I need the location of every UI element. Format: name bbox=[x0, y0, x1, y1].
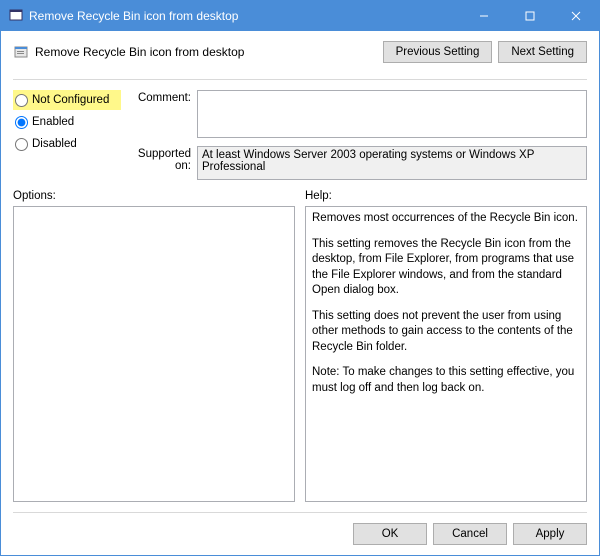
window-icon bbox=[9, 8, 23, 25]
minimize-button[interactable] bbox=[461, 1, 507, 31]
help-box[interactable]: Removes most occurrences of the Recycle … bbox=[305, 206, 587, 502]
radio-column: Not Configured Enabled Disabled bbox=[13, 90, 121, 180]
supported-label: Supported on: bbox=[121, 146, 197, 180]
comment-textarea[interactable] bbox=[197, 90, 587, 138]
maximize-button[interactable] bbox=[507, 1, 553, 31]
comment-label: Comment: bbox=[121, 90, 197, 138]
radio-not-configured[interactable]: Not Configured bbox=[13, 90, 121, 110]
previous-setting-button[interactable]: Previous Setting bbox=[383, 41, 493, 63]
fields-column: Comment: Supported on: At least Windows … bbox=[121, 90, 587, 180]
options-label: Options: bbox=[13, 190, 295, 202]
radio-not-configured-label: Not Configured bbox=[32, 94, 109, 106]
titlebar: Remove Recycle Bin icon from desktop bbox=[1, 1, 599, 31]
radio-enabled-label: Enabled bbox=[32, 116, 74, 128]
supported-on-text: At least Windows Server 2003 operating s… bbox=[202, 149, 534, 173]
radio-not-configured-input[interactable] bbox=[15, 94, 28, 107]
supported-on-box: At least Windows Server 2003 operating s… bbox=[197, 146, 587, 180]
options-box bbox=[13, 206, 295, 502]
help-paragraph: This setting does not prevent the user f… bbox=[312, 309, 580, 356]
comment-row: Comment: bbox=[121, 90, 587, 138]
ok-button[interactable]: OK bbox=[353, 523, 427, 545]
help-paragraph: Removes most occurrences of the Recycle … bbox=[312, 211, 580, 227]
help-paragraph: Note: To make changes to this setting ef… bbox=[312, 365, 580, 396]
radio-disabled[interactable]: Disabled bbox=[13, 134, 121, 154]
policy-title: Remove Recycle Bin icon from desktop bbox=[35, 45, 377, 59]
close-button[interactable] bbox=[553, 1, 599, 31]
radio-enabled-input[interactable] bbox=[15, 116, 28, 129]
panes-row: Options: Help: Removes most occurrences … bbox=[13, 190, 587, 502]
window-title: Remove Recycle Bin icon from desktop bbox=[29, 9, 238, 23]
apply-button[interactable]: Apply bbox=[513, 523, 587, 545]
separator bbox=[13, 79, 587, 80]
header-row: Remove Recycle Bin icon from desktop Pre… bbox=[13, 41, 587, 63]
options-pane: Options: bbox=[13, 190, 295, 502]
radio-disabled-label: Disabled bbox=[32, 138, 77, 150]
config-row: Not Configured Enabled Disabled Comment: bbox=[13, 90, 587, 180]
policy-editor-window: Remove Recycle Bin icon from desktop Rem… bbox=[0, 0, 600, 556]
client-area: Remove Recycle Bin icon from desktop Pre… bbox=[1, 31, 599, 555]
supported-row: Supported on: At least Windows Server 20… bbox=[121, 146, 587, 180]
cancel-button[interactable]: Cancel bbox=[433, 523, 507, 545]
help-pane: Help: Removes most occurrences of the Re… bbox=[305, 190, 587, 502]
help-paragraph: This setting removes the Recycle Bin ico… bbox=[312, 237, 580, 299]
radio-disabled-input[interactable] bbox=[15, 138, 28, 151]
radio-enabled[interactable]: Enabled bbox=[13, 112, 121, 132]
next-setting-button[interactable]: Next Setting bbox=[498, 41, 587, 63]
policy-icon bbox=[13, 44, 29, 60]
footer: OK Cancel Apply bbox=[13, 512, 587, 545]
help-label: Help: bbox=[305, 190, 587, 202]
